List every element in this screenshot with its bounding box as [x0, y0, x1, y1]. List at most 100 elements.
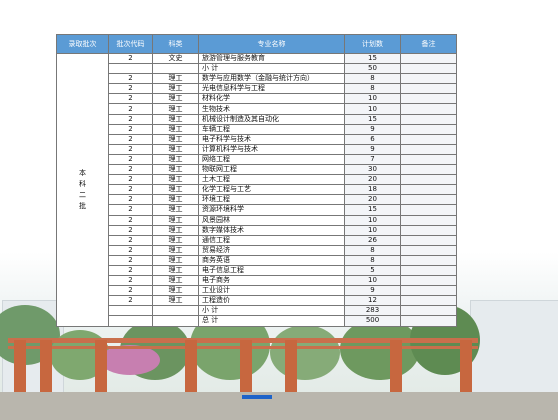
- header-plan-count: 计划数: [344, 34, 401, 54]
- category-cell: [152, 315, 199, 327]
- plan-count-cell: 8: [344, 73, 401, 85]
- category-cell: 理工: [152, 234, 199, 246]
- major-name-cell: 环境工程: [198, 194, 345, 206]
- batch-code-cell: 2: [108, 123, 153, 135]
- category-cell: 理工: [152, 113, 199, 125]
- pergola-pillar: [185, 340, 197, 398]
- plan-count-cell: 8: [344, 83, 401, 95]
- notes-cell: [400, 254, 457, 266]
- table-row: 2 理工 风景园林 10: [57, 214, 457, 226]
- pergola-pillar: [240, 340, 252, 398]
- plan-count-cell: 10: [344, 214, 401, 226]
- major-name-cell: 电子科学与技术: [198, 133, 345, 145]
- batch-code-cell: 2: [108, 93, 153, 105]
- pergola-pillar: [14, 340, 26, 398]
- plan-count-cell: 9: [344, 285, 401, 297]
- major-name-cell: 总 计: [198, 315, 345, 327]
- batch-char: 批: [79, 201, 86, 210]
- category-cell: 理工: [152, 93, 199, 105]
- category-cell: 理工: [152, 264, 199, 277]
- table-row: 2 理工 数学与应用数学（金融与统计方向） 8: [57, 73, 457, 85]
- plan-count-cell: 20: [344, 174, 401, 186]
- notes-cell: [400, 164, 457, 176]
- plan-count-cell: 12: [344, 295, 401, 307]
- notes-cell: [400, 174, 457, 186]
- category-cell: 理工: [152, 123, 199, 135]
- major-name-cell: 机械设计制造及其自动化: [198, 113, 345, 125]
- major-name-cell: 数学与应用数学（金融与统计方向）: [198, 73, 345, 85]
- header-batch: 录取批次: [56, 34, 109, 54]
- plan-count-cell: 50: [344, 63, 401, 75]
- notes-cell: [400, 52, 457, 65]
- plan-count-cell: 26: [344, 234, 401, 246]
- notes-cell: [400, 224, 457, 236]
- notes-cell: [400, 73, 457, 85]
- major-name-cell: 生物技术: [198, 103, 345, 115]
- pergola-pillar: [40, 340, 52, 398]
- batch-code-cell: [108, 305, 153, 317]
- batch-code-cell: 2: [108, 254, 153, 266]
- pergola-pillar: [285, 340, 297, 398]
- plan-count-cell: 15: [344, 113, 401, 125]
- category-cell: 理工: [152, 153, 199, 166]
- notes-cell: [400, 184, 457, 196]
- table-row: 2 理工 物联网工程 30: [57, 164, 457, 176]
- major-name-cell: 资源环境科学: [198, 204, 345, 216]
- notes-cell: [400, 63, 457, 75]
- batch-char: 科: [79, 179, 86, 188]
- batch-code-cell: [108, 315, 153, 327]
- category-cell: 理工: [152, 184, 199, 196]
- batch-code-cell: 2: [108, 133, 153, 145]
- notes-cell: [400, 194, 457, 206]
- table-row: 2 理工 生物技术 10: [57, 103, 457, 115]
- batch-code-cell: 2: [108, 73, 153, 85]
- notes-cell: [400, 244, 457, 256]
- batch-code-cell: 2: [108, 224, 153, 236]
- batch-code-cell: 2: [108, 164, 153, 176]
- batch-code-cell: 2: [108, 244, 153, 256]
- table-row: 2 理工 通信工程 26: [57, 234, 457, 246]
- plan-count-cell: 20: [344, 194, 401, 206]
- major-name-cell: 物联网工程: [198, 164, 345, 176]
- notes-cell: [400, 295, 457, 307]
- notes-cell: [400, 93, 457, 105]
- table-row: 小 计 283: [57, 305, 457, 317]
- table-row: 小 计 50: [57, 63, 457, 75]
- plan-count-cell: 8: [344, 244, 401, 256]
- table-row: 2 理工 环境工程 20: [57, 194, 457, 206]
- batch-code-cell: 2: [108, 214, 153, 226]
- batch-code-cell: 2: [108, 174, 153, 186]
- table-row: 2 理工 机械设计制造及其自动化 15: [57, 113, 457, 125]
- batch-code-cell: 2: [108, 194, 153, 206]
- category-cell: 理工: [152, 83, 199, 95]
- plan-count-cell: 15: [344, 52, 401, 65]
- major-name-cell: 小 计: [198, 305, 345, 317]
- header-notes: 备注: [400, 34, 457, 54]
- major-name-cell: 车辆工程: [198, 123, 345, 135]
- batch-code-cell: 2: [108, 204, 153, 216]
- header-major-name: 专业名称: [198, 34, 345, 54]
- table-row: 2 理工 电子信息工程 5: [57, 264, 457, 277]
- table-row: 2 理工 工程造价 12: [57, 295, 457, 307]
- batch-char: 本: [79, 168, 86, 177]
- notes-cell: [400, 83, 457, 95]
- notes-cell: [400, 234, 457, 246]
- notes-cell: [400, 123, 457, 135]
- ground: [0, 392, 558, 420]
- table-row: 2 理工 网络工程 7: [57, 153, 457, 166]
- major-name-cell: 商务英语: [198, 254, 345, 266]
- header-category: 科类: [152, 34, 199, 54]
- major-name-cell: 工业设计: [198, 285, 345, 297]
- table-row: 2 理工 化学工程与工艺 18: [57, 184, 457, 196]
- batch-code-cell: 2: [108, 83, 153, 95]
- plan-count-cell: 283: [344, 305, 401, 317]
- category-cell: [152, 305, 199, 317]
- table-row: 2 理工 工业设计 9: [57, 285, 457, 297]
- plan-count-cell: 5: [344, 264, 401, 277]
- plan-count-cell: 10: [344, 103, 401, 115]
- table-row: 2 理工 资源环境科学 15: [57, 204, 457, 216]
- category-cell: 理工: [152, 143, 199, 155]
- major-name-cell: 电子信息工程: [198, 264, 345, 277]
- flower-bush: [100, 345, 160, 375]
- category-cell: 理工: [152, 204, 199, 216]
